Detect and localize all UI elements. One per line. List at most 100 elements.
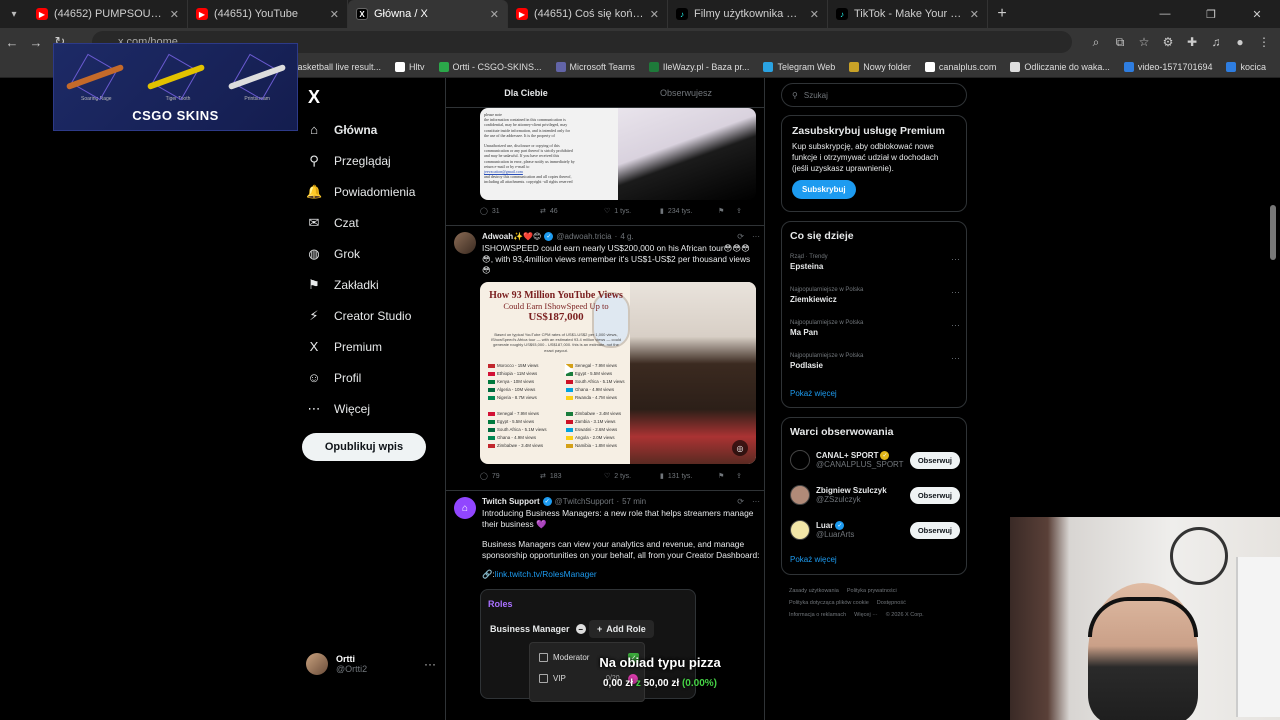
post[interactable]: ⌂ Twitch Support ✓ @TwitchSupport · 57 m… <box>454 497 760 580</box>
post[interactable]: Adwoah✨❤️😊 ✓ @adwoah.tricia · 4 g. ⟳ ··· … <box>454 232 760 276</box>
tab-following[interactable]: Obserwujesz <box>606 78 764 107</box>
trend-item[interactable]: Najpopularniejsze w Polska Ma Pan ··· <box>790 320 960 337</box>
close-tab-icon[interactable]: ✕ <box>490 8 499 21</box>
bookmark-item[interactable]: Ortti - CSGO-SKINS... <box>438 61 542 72</box>
share-icon[interactable]: ⇪ <box>736 207 742 215</box>
post-media[interactable]: please note the information contained in … <box>480 108 756 200</box>
follow-name[interactable]: Zbigniew Szulczyk <box>816 486 887 495</box>
bookmark-item[interactable]: Telegram Web <box>763 61 835 72</box>
search-input[interactable]: ⚲ Szukaj <box>781 83 967 107</box>
bookmark-item[interactable]: IleWazy.pl - Baza pr... <box>648 61 749 72</box>
like-button[interactable]: ♡ 1 tys. <box>604 207 660 216</box>
more-icon[interactable]: ··· <box>951 254 960 264</box>
bookmark-icon[interactable]: ⚑ <box>718 207 736 215</box>
trend-item[interactable]: Najpopularniejsze w Polska Ziemkiewicz ··· <box>790 287 960 304</box>
reply-button[interactable]: ◯ 79 <box>480 472 540 481</box>
nav-item-grok[interactable]: ◍ Grok <box>306 238 446 269</box>
trend-item[interactable]: Najpopularniejsze w Polska Podlasie ··· <box>790 353 960 370</box>
bookmark-item[interactable]: canalplus.com <box>924 61 996 72</box>
scrollbar[interactable] <box>1270 205 1276 260</box>
zoom-icon[interactable]: ⌕ <box>1088 35 1104 50</box>
more-icon[interactable]: ··· <box>951 287 960 297</box>
nav-item-bookmark[interactable]: ⚑ Zakładki <box>306 269 446 300</box>
browser-tab[interactable]: ▶ (44651) Coś się kończy, coś zac... ✕ <box>508 0 668 28</box>
reply-button[interactable]: ◯ 31 <box>480 207 540 216</box>
extension-icon[interactable]: ⚙ <box>1160 35 1176 49</box>
bookmark-item[interactable]: Hltv <box>395 61 425 72</box>
nav-item-profile[interactable]: ☺ Profil <box>306 362 446 393</box>
nav-item-creator-studio[interactable]: ⚡ Creator Studio <box>306 300 446 331</box>
bookmark-item[interactable]: Odliczanie do waka... <box>1010 61 1110 72</box>
avatar[interactable] <box>790 520 810 540</box>
views-button[interactable]: ▮ 234 tys. <box>660 207 718 216</box>
nav-item-x-premium[interactable]: X Premium <box>306 331 446 362</box>
footer-link[interactable]: © 2026 X Corp. <box>886 612 924 618</box>
repost-button[interactable]: ⇄ 183 <box>540 472 604 481</box>
follow-suggestion[interactable]: Zbigniew Szulczyk @ZSzulczyk Obserwuj <box>790 483 960 507</box>
post-author-handle[interactable]: @TwitchSupport <box>555 497 614 506</box>
footer-link[interactable]: Dostępność <box>877 600 906 606</box>
trend-item[interactable]: Rząd · Trendy Epsteina ··· <box>790 254 960 271</box>
views-button[interactable]: ▮ 131 tys. <box>660 472 718 481</box>
browser-tab[interactable]: ♪ Filmy użytkownika Kartofel5250 ✕ <box>668 0 828 28</box>
follow-name[interactable]: Luar <box>816 521 833 530</box>
like-button[interactable]: ♡ 2 tys. <box>604 472 660 481</box>
nav-item-bell[interactable]: 🔔 Powiadomienia <box>306 176 446 207</box>
browser-tab[interactable]: ▶ (44652) PUMPSOUND • Ye... ✕ <box>28 0 188 28</box>
puzzle-icon[interactable]: ✚ <box>1184 35 1200 49</box>
footer-link[interactable]: Więcej ··· <box>854 612 878 618</box>
maximize-icon[interactable]: ❐ <box>1188 0 1234 28</box>
footer-link[interactable]: Zasady użytkowania <box>789 588 839 594</box>
close-tab-icon[interactable]: ✕ <box>170 8 179 21</box>
post-time[interactable]: 57 min <box>622 497 646 506</box>
tab-search-menu-icon[interactable]: ▾ <box>0 0 28 28</box>
more-icon[interactable]: ··· <box>752 232 760 241</box>
minimize-icon[interactable]: — <box>1142 0 1188 28</box>
avatar[interactable] <box>790 450 810 470</box>
bookmark-icon[interactable]: ⚑ <box>718 472 736 480</box>
post-author-handle[interactable]: @adwoah.tricia <box>556 232 611 241</box>
browser-tab[interactable]: ▶ (44651) YouTube ✕ <box>188 0 348 28</box>
install-app-icon[interactable]: ⧉ <box>1112 35 1128 50</box>
browser-tab[interactable]: X Główna / X ✕ <box>348 0 508 28</box>
post-link[interactable]: 🔗:link.twitch.tv/RolesManager <box>482 569 760 580</box>
media-icon[interactable]: ♫ <box>1208 35 1224 49</box>
post-time[interactable]: 4 g. <box>620 232 633 241</box>
avatar[interactable] <box>454 232 476 254</box>
grok-icon[interactable]: ⟳ <box>737 497 744 506</box>
follow-suggestion[interactable]: Luar ✓ @LuarArts Obserwuj <box>790 518 960 542</box>
follow-button[interactable]: Obserwuj <box>909 451 960 469</box>
post-button[interactable]: Opublikuj wpis <box>302 433 426 461</box>
more-icon[interactable]: ··· <box>951 353 960 363</box>
bookmark-item[interactable]: kocica <box>1226 61 1266 72</box>
more-icon[interactable]: ··· <box>752 497 760 506</box>
account-switcher[interactable]: Ortti @Ortti2 ··· <box>306 652 436 676</box>
close-tab-icon[interactable]: ✕ <box>330 8 339 21</box>
menu-icon[interactable]: ⋮ <box>1256 35 1272 49</box>
footer-link[interactable]: Informacja o reklamach <box>789 612 846 618</box>
follow-name[interactable]: CANAL+ SPORT <box>816 451 878 460</box>
bookmark-item[interactable]: Nowy folder <box>849 61 911 72</box>
more-icon[interactable]: ··· <box>951 320 960 330</box>
grok-image-icon[interactable]: ◎ <box>732 440 748 456</box>
profile-icon[interactable]: ● <box>1232 35 1248 49</box>
avatar[interactable] <box>790 485 810 505</box>
follow-suggestion[interactable]: CANAL+ SPORT ✓ @CANALPLUS_SPORT Obserwuj <box>790 448 960 472</box>
follow-button[interactable]: Obserwuj <box>909 521 960 539</box>
post-author-name[interactable]: Adwoah✨❤️😊 <box>482 232 541 241</box>
follow-button[interactable]: Obserwuj <box>909 486 960 504</box>
post-author-name[interactable]: Twitch Support <box>482 497 540 506</box>
star-icon[interactable]: ☆ <box>1136 35 1152 49</box>
tab-for-you[interactable]: Dla Ciebie <box>446 78 606 107</box>
new-tab-button[interactable]: + <box>988 5 1016 23</box>
nav-item-search[interactable]: ⚲ Przeglądaj <box>306 145 446 176</box>
footer-link[interactable]: Polityka dotycząca plików cookie <box>789 600 869 606</box>
nav-item-more[interactable]: ⋯ Więcej <box>306 393 446 424</box>
nav-item-home[interactable]: ⌂ Główna <box>306 114 446 145</box>
repost-button[interactable]: ⇄ 46 <box>540 207 604 216</box>
back-icon[interactable]: ← <box>0 35 24 50</box>
browser-tab[interactable]: ♪ TikTok - Make Your Day ✕ <box>828 0 988 28</box>
close-tab-icon[interactable]: ✕ <box>810 8 819 21</box>
show-more-link[interactable]: Pokaż więcej <box>790 555 837 564</box>
x-logo-icon[interactable]: X <box>308 87 320 108</box>
